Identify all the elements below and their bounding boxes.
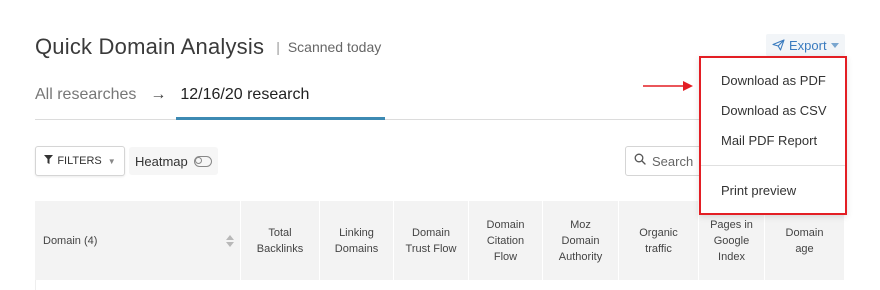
sort-icon [226, 234, 234, 247]
column-header-label: Domain (4) [43, 234, 98, 247]
paper-plane-icon [772, 39, 785, 51]
page-title: Quick Domain Analysis [35, 34, 265, 59]
table-body [35, 280, 845, 290]
column-header-citation-flow[interactable]: Domain Citation Flow [469, 201, 543, 280]
column-header-total-backlinks[interactable]: Total Backlinks [241, 201, 320, 280]
active-tab-indicator [176, 117, 385, 120]
column-header-domain[interactable]: Domain (4) [35, 201, 241, 280]
column-header-label: Domain [561, 234, 600, 247]
column-header-label: Moz [570, 218, 591, 231]
column-header-trust-flow[interactable]: Domain Trust Flow [394, 201, 469, 280]
column-header-label: Organic [639, 226, 678, 239]
menu-item-print-preview[interactable]: Print preview [721, 183, 796, 198]
breadcrumb: All researches → 12/16/20 research [35, 86, 309, 104]
column-header-label: age [795, 242, 814, 255]
column-header-linking-domains[interactable]: Linking Domains [320, 201, 394, 280]
column-header-label: Authority [558, 250, 603, 263]
column-header-label: Domain [486, 218, 525, 231]
scan-status: Scanned today [287, 39, 382, 55]
tab-current-research[interactable]: 12/16/20 research [180, 86, 309, 104]
menu-item-download-pdf[interactable]: Download as PDF [721, 73, 826, 88]
tab-all-researches[interactable]: All researches [35, 86, 136, 104]
column-header-label: Domain [785, 226, 824, 239]
export-dropdown-menu: Download as PDF Download as CSV Mail PDF… [699, 56, 847, 215]
funnel-icon [44, 155, 54, 167]
column-header-moz-authority[interactable]: Moz Domain Authority [543, 201, 619, 280]
column-header-label: Index [718, 250, 745, 263]
export-button[interactable]: Export [766, 34, 845, 56]
search-icon [634, 152, 646, 170]
menu-divider [701, 165, 845, 166]
title-separator: | [276, 39, 280, 55]
filters-button[interactable]: FILTERS ▼ [35, 146, 125, 176]
column-header-label: Domains [334, 242, 379, 255]
column-header-label: Total [268, 226, 292, 239]
pointer-arrow-icon [643, 81, 693, 91]
column-header-label: Pages in [710, 218, 753, 231]
caret-down-icon: ▼ [107, 156, 116, 166]
menu-item-mail-pdf[interactable]: Mail PDF Report [721, 133, 817, 148]
export-label: Export [789, 37, 827, 53]
column-header-label: traffic [645, 242, 672, 255]
arrow-right-icon: → [150, 86, 167, 103]
column-header-label: Trust Flow [405, 242, 457, 255]
column-header-label: Backlinks [256, 242, 304, 255]
title-row: Quick Domain Analysis | Scanned today [35, 34, 381, 60]
menu-item-download-csv[interactable]: Download as CSV [721, 103, 827, 118]
column-header-organic-traffic[interactable]: Organic traffic [619, 201, 699, 280]
column-header-label: Google [713, 234, 750, 247]
heatmap-label: Heatmap [135, 153, 188, 169]
filters-label: FILTERS [57, 155, 102, 167]
column-header-label: Flow [493, 250, 518, 263]
chevron-down-icon [830, 42, 839, 48]
column-header-label: Linking [339, 226, 374, 239]
column-header-label: Citation [486, 234, 525, 247]
toggle-switch-icon[interactable] [193, 155, 212, 167]
heatmap-toggle[interactable]: Heatmap [129, 147, 218, 175]
column-header-label: Domain [412, 226, 450, 239]
